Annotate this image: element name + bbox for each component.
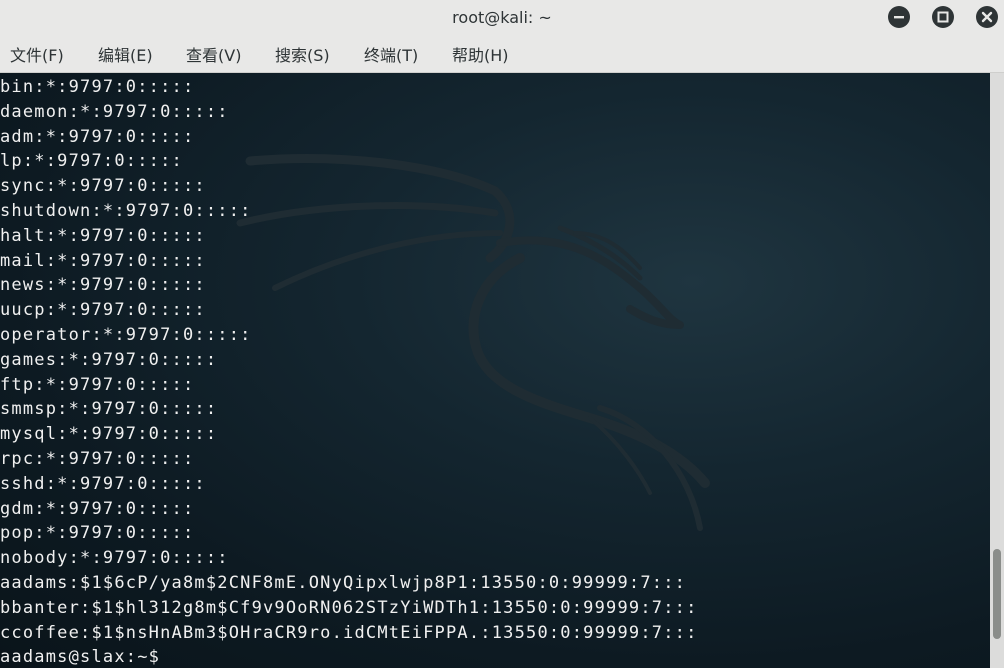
terminal-line: ftp:*:9797:0::::: [0, 374, 195, 395]
minimize-icon [894, 16, 904, 19]
terminal-line: rpc:*:9797:0::::: [0, 448, 195, 469]
terminal-window: root@kali: ~ 文件(F) 编辑(E) 查看(V) 搜索(S) 终端(… [0, 0, 1004, 668]
title-bar[interactable]: root@kali: ~ [0, 0, 1004, 38]
menu-file[interactable]: 文件(F) [10, 38, 64, 73]
close-button[interactable] [976, 6, 998, 28]
terminal-line: halt:*:9797:0::::: [0, 225, 206, 246]
terminal-line: mysql:*:9797:0::::: [0, 424, 218, 445]
maximize-button[interactable] [932, 6, 954, 28]
terminal-line: smmsp:*:9797:0::::: [0, 399, 218, 420]
maximize-icon [937, 11, 949, 23]
terminal-output: bin:*:9797:0::::: daemon:*:9797:0::::: adm… [0, 75, 698, 668]
terminal-line: bbanter:$1$hl312g8m$Cf9v9OoRN062STzYiWDT… [0, 597, 698, 618]
terminal-line: aadams@slax:~$ [0, 647, 161, 668]
terminal-line: lp:*:9797:0::::: [0, 151, 183, 172]
terminal-line: nobody:*:9797:0::::: [0, 548, 229, 569]
terminal-line: ccoffee:$1$nsHnABm3$OHraCR9ro.idCMtEiFPP… [0, 622, 698, 643]
terminal-line: mail:*:9797:0::::: [0, 250, 206, 271]
window-title: root@kali: ~ [452, 8, 552, 27]
terminal-line: sshd:*:9797:0::::: [0, 473, 206, 494]
terminal-line: news:*:9797:0::::: [0, 275, 206, 296]
menu-view[interactable]: 查看(V) [186, 38, 241, 73]
close-icon [981, 11, 993, 23]
menu-bar: 文件(F) 编辑(E) 查看(V) 搜索(S) 终端(T) 帮助(H) [0, 38, 1004, 73]
menu-search[interactable]: 搜索(S) [275, 38, 330, 73]
terminal-line: bin:*:9797:0::::: [0, 77, 195, 97]
terminal-line: sync:*:9797:0::::: [0, 176, 206, 197]
menu-edit[interactable]: 编辑(E) [98, 38, 153, 73]
terminal-line: shutdown:*:9797:0::::: [0, 200, 252, 221]
terminal-line: adm:*:9797:0::::: [0, 126, 195, 147]
terminal-line: pop:*:9797:0::::: [0, 523, 195, 544]
minimize-button[interactable] [888, 6, 910, 28]
terminal-line: gdm:*:9797:0::::: [0, 498, 195, 519]
terminal-line: operator:*:9797:0::::: [0, 324, 252, 345]
terminal-area[interactable]: bin:*:9797:0::::: daemon:*:9797:0::::: adm… [0, 73, 990, 668]
terminal-line: aadams:$1$6cP/ya8m$2CNF8mE.ONyQipxlwjp8P… [0, 572, 687, 593]
scrollbar-thumb[interactable] [993, 549, 1001, 639]
terminal-line: daemon:*:9797:0::::: [0, 101, 229, 122]
scrollbar[interactable] [990, 73, 1004, 668]
terminal-line: games:*:9797:0::::: [0, 349, 218, 370]
menu-terminal[interactable]: 终端(T) [364, 38, 418, 73]
menu-help[interactable]: 帮助(H) [452, 38, 509, 73]
terminal-line: uucp:*:9797:0::::: [0, 300, 206, 321]
